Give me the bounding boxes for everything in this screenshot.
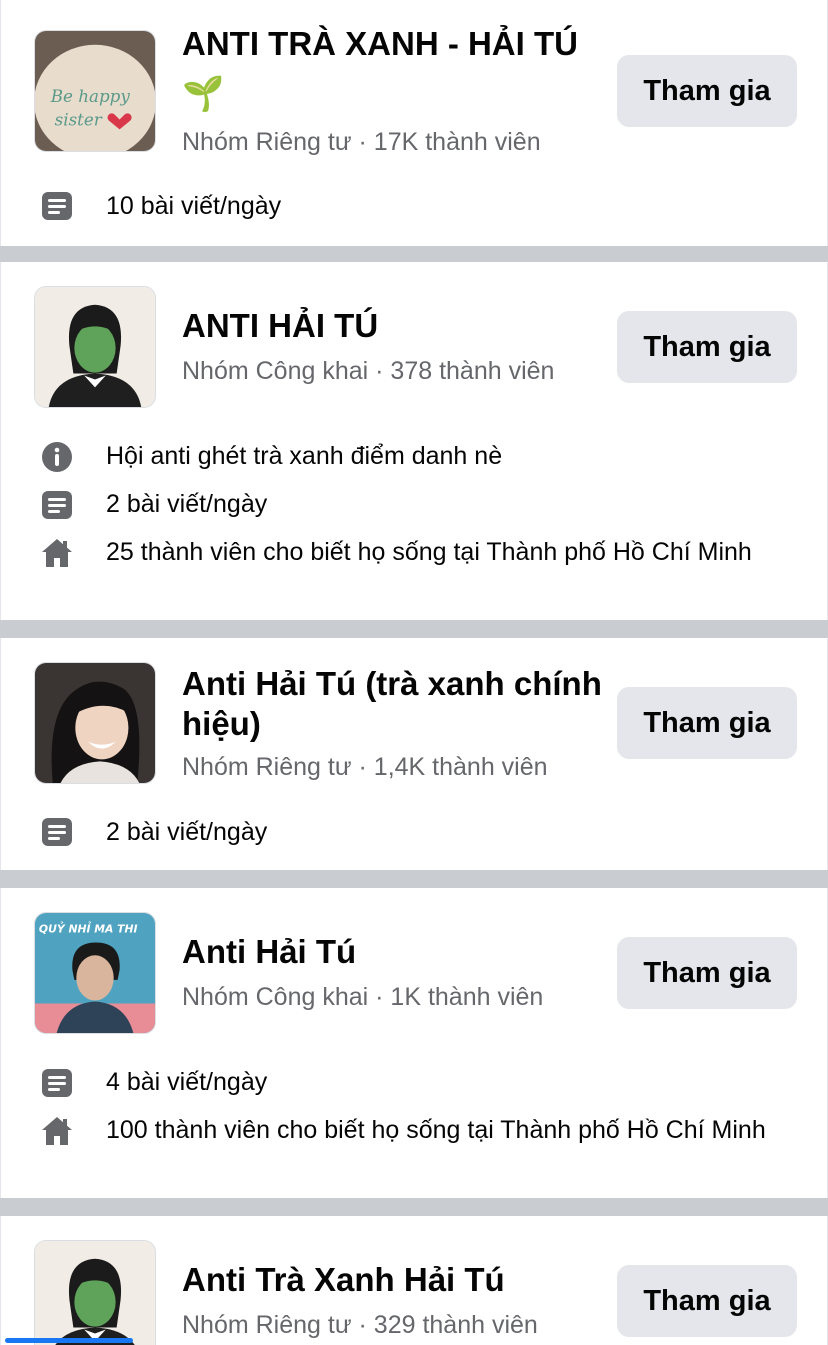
group-title[interactable]: ANTI TRÀ XANH - HẢI TÚ <box>182 24 602 64</box>
info-text: 25 thành viên cho biết họ sống tại Thành… <box>106 538 752 566</box>
group-card[interactable]: Anti Trà Xanh Hải Tú Nhóm Riêng tư · 329… <box>0 1216 828 1345</box>
info-text: 2 bài viết/ngày <box>106 490 268 518</box>
info-text: 2 bài viết/ngày <box>106 818 268 846</box>
group-photo-portrait <box>35 287 155 407</box>
group-subtitle: Nhóm Công khai · 378 thành viên <box>182 357 555 385</box>
thumb-cake-text-2: sister <box>55 109 103 129</box>
thumb-poster-text: QUỶ NHỈ MA THI <box>39 922 138 936</box>
join-button[interactable]: Tham gia <box>617 311 797 383</box>
group-title[interactable]: Anti Hải Tú (trà xanh chính hiệu) <box>182 664 602 744</box>
group-card[interactable]: Be happy sister ANTI TRÀ XANH - HẢI TÚ 🌱… <box>0 0 828 246</box>
group-title[interactable]: ANTI HẢI TÚ <box>182 306 602 346</box>
join-button[interactable]: Tham gia <box>617 687 797 759</box>
group-thumbnail[interactable] <box>34 286 156 408</box>
group-title[interactable]: Anti Trà Xanh Hải Tú <box>182 1260 602 1300</box>
join-button[interactable]: Tham gia <box>617 1265 797 1337</box>
home-icon <box>42 1117 72 1145</box>
group-photo-cake: Be happy sister <box>35 31 155 151</box>
join-button[interactable]: Tham gia <box>617 937 797 1009</box>
group-thumbnail[interactable] <box>34 1240 156 1345</box>
posts-icon <box>42 818 72 846</box>
home-icon <box>42 539 72 567</box>
posts-icon <box>42 1069 72 1097</box>
group-subtitle: Nhóm Riêng tư · 17K thành viên <box>182 128 541 156</box>
posts-icon <box>42 192 72 220</box>
group-subtitle: Nhóm Riêng tư · 329 thành viên <box>182 1311 538 1339</box>
sprout-emoji: 🌱 <box>182 75 225 113</box>
group-card[interactable]: Anti Hải Tú (trà xanh chính hiệu) Nhóm R… <box>0 638 828 870</box>
scroll-indicator <box>5 1338 133 1343</box>
group-thumbnail[interactable]: QUỶ NHỈ MA THI <box>34 912 156 1034</box>
group-thumbnail[interactable]: Be happy sister <box>34 30 156 152</box>
group-subtitle: Nhóm Công khai · 1K thành viên <box>182 983 544 1011</box>
thumb-cake-text-1: Be happy <box>50 86 131 106</box>
group-thumbnail[interactable] <box>34 662 156 784</box>
info-text: 10 bài viết/ngày <box>106 192 282 220</box>
info-text: 4 bài viết/ngày <box>106 1068 268 1096</box>
group-title[interactable]: Anti Hải Tú <box>182 932 602 972</box>
group-subtitle: Nhóm Riêng tư · 1,4K thành viên <box>182 753 548 781</box>
group-photo-movie-poster: QUỶ NHỈ MA THI <box>35 913 155 1033</box>
group-photo-smiling-girl <box>35 663 155 783</box>
group-card[interactable]: ANTI HẢI TÚ Nhóm Công khai · 378 thành v… <box>0 262 828 620</box>
info-icon <box>42 442 72 472</box>
group-card[interactable]: QUỶ NHỈ MA THI Anti Hải Tú Nhóm Công kha… <box>0 888 828 1198</box>
info-text: Hội anti ghét trà xanh điểm danh nè <box>106 442 503 470</box>
join-button[interactable]: Tham gia <box>617 55 797 127</box>
info-text: 100 thành viên cho biết họ sống tại Thàn… <box>106 1116 766 1144</box>
posts-icon <box>42 491 72 519</box>
group-photo-portrait <box>35 1241 155 1345</box>
